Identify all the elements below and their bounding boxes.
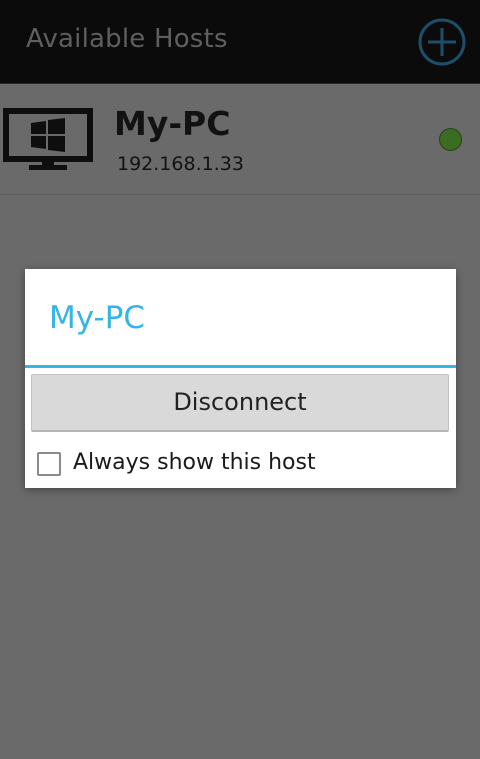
always-show-host-option[interactable]: Always show this host <box>35 445 435 481</box>
windows-monitor-icon <box>3 108 93 170</box>
dialog-title: My-PC <box>49 300 146 336</box>
disconnect-button[interactable]: Disconnect <box>31 374 449 432</box>
dialog-title-divider <box>25 365 456 368</box>
host-list-item[interactable]: My-PC 192.168.1.33 <box>0 84 480 195</box>
host-name: My-PC <box>114 104 231 143</box>
always-show-host-checkbox[interactable] <box>37 452 61 476</box>
app-screen: Available Hosts My-PC 192.168.1.33 My-PC… <box>0 0 480 759</box>
add-circle-icon <box>418 18 466 66</box>
host-list: My-PC 192.168.1.33 <box>0 84 480 195</box>
always-show-host-label: Always show this host <box>73 450 316 475</box>
host-options-dialog: My-PC Disconnect Always show this host <box>25 269 456 488</box>
action-bar: Available Hosts <box>0 0 480 84</box>
host-ip-address: 192.168.1.33 <box>117 153 244 175</box>
host-status-indicator <box>439 128 462 151</box>
add-host-button[interactable] <box>417 17 467 67</box>
action-bar-title: Available Hosts <box>26 24 228 54</box>
